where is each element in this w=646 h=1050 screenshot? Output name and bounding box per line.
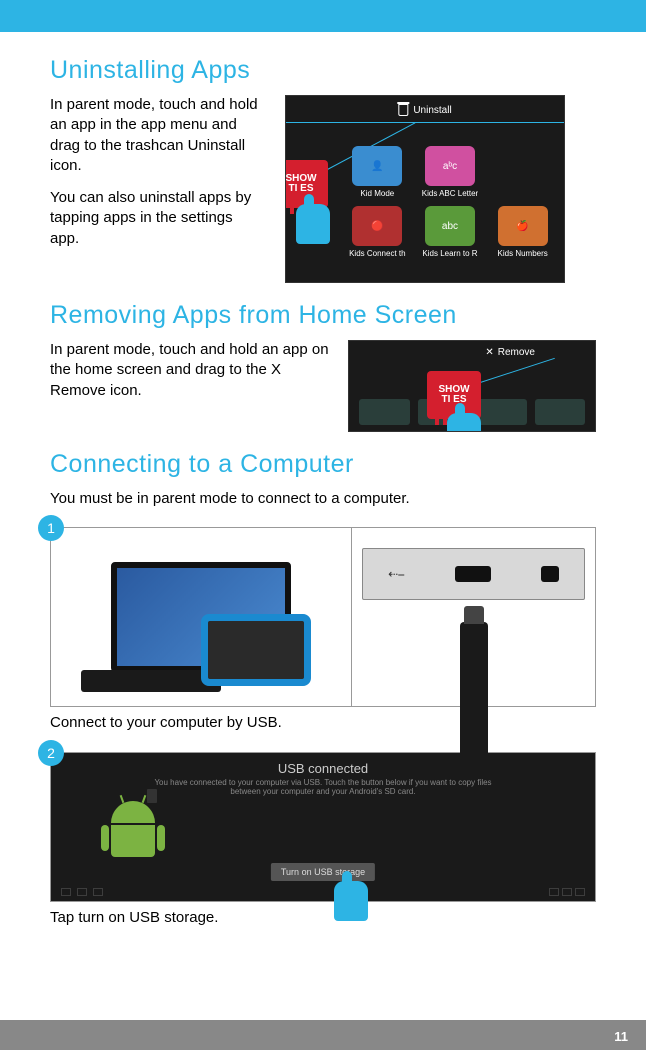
usb-port-icon bbox=[455, 566, 491, 582]
system-nav-bar bbox=[61, 885, 585, 899]
remove-para1: In parent mode, touch and hold an app on… bbox=[50, 340, 330, 401]
heading-removing: Removing Apps from Home Screen bbox=[50, 301, 596, 330]
app-label: Kids Numbers bbox=[498, 249, 548, 258]
step-1-row: 1 ⇠⎯ Connect to your computer by USB. bbox=[50, 527, 596, 733]
keyboard-icon bbox=[81, 670, 221, 692]
x-icon: ✕ bbox=[485, 347, 493, 358]
app-tile: abc bbox=[425, 206, 475, 246]
android-robot-icon bbox=[111, 801, 161, 861]
trash-icon bbox=[398, 104, 408, 116]
step1-caption: Connect to your computer by USB. bbox=[50, 713, 596, 733]
uninstall-para1: In parent mode, touch and hold an app in… bbox=[50, 95, 265, 176]
touch-pointer-icon bbox=[296, 204, 330, 244]
app-label: Kid Mode bbox=[360, 189, 394, 198]
status-icon bbox=[575, 888, 585, 896]
uninstall-screenshot: Uninstall 👤 Kid Mode aᵇc Kids ABC Letter 🔴… bbox=[285, 95, 565, 283]
app-tile: 🔴 bbox=[352, 206, 402, 246]
step-badge-2: 2 bbox=[38, 740, 64, 766]
connecting-para1: You must be in parent mode to connect to… bbox=[50, 489, 596, 509]
usb-plug-icon bbox=[147, 789, 157, 803]
remove-screenshot: ✕ Remove SHOWTI ES bbox=[348, 340, 596, 432]
uninstall-label: Uninstall bbox=[413, 105, 451, 116]
app-tile: 👤 bbox=[352, 146, 402, 186]
heading-connecting: Connecting to a Computer bbox=[50, 450, 596, 479]
uninstall-para2: You can also uninstall apps by tapping a… bbox=[50, 188, 265, 249]
remove-label: Remove bbox=[498, 347, 535, 358]
touch-pointer-icon bbox=[447, 413, 481, 432]
app-grid: 👤 Kid Mode aᵇc Kids ABC Letter 🔴 Kids Conne… bbox=[346, 146, 554, 258]
usb-cable-icon bbox=[460, 622, 488, 762]
step-2-row: 2 USB connected You have connected to yo… bbox=[50, 752, 596, 928]
page-number: 11 bbox=[614, 1029, 628, 1044]
uninstalling-text: In parent mode, touch and hold an app in… bbox=[50, 95, 265, 283]
app-tile: 🍎 bbox=[498, 206, 548, 246]
usb-illustration: ⇠⎯ bbox=[351, 528, 595, 706]
page-footer: 11 bbox=[0, 1020, 646, 1050]
heading-uninstalling: Uninstalling Apps bbox=[50, 56, 596, 85]
usb-dialog-subtitle: You have connected to your computer via … bbox=[51, 776, 595, 799]
uninstall-action-bar: Uninstall bbox=[398, 104, 451, 116]
step2-caption: Tap turn on USB storage. bbox=[50, 908, 596, 928]
recents-icon bbox=[93, 888, 103, 896]
port-icon bbox=[541, 566, 559, 582]
step1-figure: ⇠⎯ bbox=[50, 527, 596, 707]
dragging-app-tile: SHOWTI ES bbox=[427, 371, 481, 419]
usb-dialog-title: USB connected bbox=[51, 753, 595, 776]
app-label: Kids Connect th bbox=[349, 249, 405, 258]
app-tile: aᵇc bbox=[425, 146, 475, 186]
app-label: Kids Learn to R bbox=[422, 249, 477, 258]
page-content: Uninstalling Apps In parent mode, touch … bbox=[0, 32, 646, 928]
usb-port-panel: ⇠⎯ bbox=[362, 548, 585, 600]
computer-illustration bbox=[51, 528, 351, 706]
touch-pointer-icon bbox=[334, 881, 368, 921]
usb-symbol-icon: ⇠⎯ bbox=[388, 567, 404, 582]
section-uninstalling: In parent mode, touch and hold an app in… bbox=[50, 95, 596, 283]
status-icon bbox=[562, 888, 572, 896]
back-icon bbox=[61, 888, 71, 896]
home-icon bbox=[77, 888, 87, 896]
turn-on-usb-button[interactable]: Turn on USB storage bbox=[271, 863, 375, 881]
step2-figure: USB connected You have connected to your… bbox=[50, 752, 596, 902]
remove-action-bar: ✕ Remove bbox=[485, 347, 535, 358]
status-icon bbox=[549, 888, 559, 896]
drag-path-line bbox=[471, 358, 555, 386]
tablet-icon bbox=[201, 614, 311, 686]
section-removing: In parent mode, touch and hold an app on… bbox=[50, 340, 596, 432]
divider-line bbox=[286, 122, 564, 123]
header-bar bbox=[0, 0, 646, 32]
app-label: Kids ABC Letter bbox=[422, 189, 478, 198]
